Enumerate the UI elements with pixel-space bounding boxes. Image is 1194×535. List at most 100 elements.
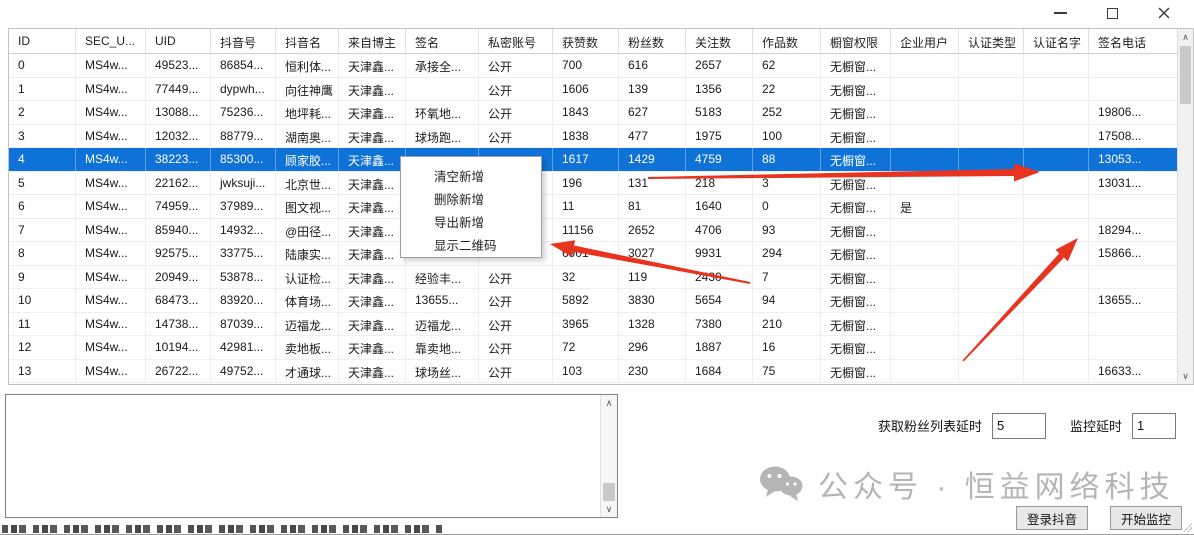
table-cell: MS4w... [76,77,146,100]
table-row[interactable]: 4 MS4w... 38223... 85300... 顾家胶... 天津鑫... 1617… [9,148,1177,172]
table-cell: 5654 [686,289,753,312]
column-header[interactable]: 抖音号 [211,29,276,53]
table-cell: 体育场... [276,289,339,312]
column-header[interactable]: 关注数 [686,29,753,53]
table-cell: 天津鑫... [339,77,406,100]
scroll-up-icon[interactable]: ∧ [601,395,617,411]
column-header[interactable]: UID [146,29,211,53]
table-cell: 252 [753,101,821,124]
table-cell: 26722... [146,359,211,382]
table-row[interactable]: 12 MS4w... 10194... 42981... 卖地板... 天津鑫... 靠卖地… [9,336,1177,360]
table-cell: 北京世... [276,171,339,194]
scroll-up-icon[interactable]: ∧ [1178,29,1193,45]
column-header[interactable]: 认证类型 [959,29,1024,53]
table-cell: 10194... [146,336,211,359]
column-header[interactable]: 获赞数 [553,29,619,53]
table-cell [1024,171,1089,194]
resize-grip[interactable] [1183,523,1192,532]
table-row[interactable]: 3 MS4w... 12032... 88779... 湖南奥... 天津鑫... 球场跑.… [9,124,1177,148]
column-header[interactable]: 认证名字 [1024,29,1089,53]
table-row[interactable]: 2 MS4w... 13088... 75236... 地坪耗... 天津鑫... 环氧地.… [9,101,1177,125]
table-row[interactable]: 7 MS4w... 85940... 14932... @田径... 天津鑫... 1115… [9,218,1177,242]
table-row[interactable]: 8 MS4w... 92575... 33775... 陆康实... 天津鑫... 6901… [9,242,1177,266]
table-row[interactable]: 5 MS4w... 22162... jwksuji... 北京世... 天津鑫... 19… [9,171,1177,195]
table-vertical-scrollbar[interactable]: ∧ ∨ [1177,29,1193,384]
context-menu-item[interactable]: 显示二维码 [401,231,541,254]
table-cell: 72 [553,336,619,359]
close-button[interactable] [1138,0,1190,26]
context-menu-item[interactable]: 导出新增 [401,208,541,231]
table-cell: 无橱窗... [821,312,891,335]
table-cell: 0 [753,195,821,218]
login-douyin-button[interactable]: 登录抖音 [1015,506,1088,530]
table-row[interactable]: 0 MS4w... 49523... 86854... 恒利体... 天津鑫... 承接全.… [9,54,1177,78]
table-cell [959,265,1024,288]
table-cell [1089,54,1177,77]
table-cell: 17508... [1089,125,1177,148]
table-cell [1024,101,1089,124]
table-cell: 3 [9,124,76,147]
table-cell [959,336,1024,359]
table-cell: 靠卖地... [406,336,479,359]
table-cell: 94 [753,289,821,312]
table-cell [891,265,959,288]
table-cell: 1328 [619,312,686,335]
scroll-down-icon[interactable]: ∨ [1178,368,1193,384]
table-cell [1024,195,1089,218]
column-header[interactable]: 签名电话 [1089,29,1177,53]
table-cell [1024,124,1089,147]
table-cell [1024,77,1089,100]
table-cell: 球场跑... [406,124,479,147]
table-cell: 14932... [211,218,276,241]
table-row[interactable]: 11 MS4w... 14738... 87039... 迈福龙... 天津鑫... 迈福龙… [9,312,1177,336]
table-cell: 6901 [553,242,619,265]
table-cell: 无橱窗... [821,171,891,194]
table-cell: 85300... [211,148,276,171]
context-menu-item[interactable]: 删除新增 [401,185,541,208]
table-row[interactable]: 13 MS4w... 26722... 49752... 才通球... 天津鑫... 球场丝… [9,359,1177,383]
scroll-down-icon[interactable]: ∨ [601,501,617,517]
table-cell: 100 [753,124,821,147]
fans-delay-input[interactable] [991,412,1046,439]
column-header[interactable]: 橱窗权限 [821,29,891,53]
table-row[interactable]: 10 MS4w... 68473... 83920... 体育场... 天津鑫... 136… [9,289,1177,313]
table-cell: 图文视... [276,195,339,218]
table-row[interactable]: 6 MS4w... 74959... 37989... 图文视... 天津鑫... 11 81… [9,195,1177,219]
column-header[interactable]: 企业用户 [891,29,959,53]
column-header[interactable]: SEC_U... [76,29,146,53]
table-cell: MS4w... [76,289,146,312]
table-row[interactable]: 1 MS4w... 77449... dypwh... 向往神鹰 天津鑫... 公开 1606… [9,77,1177,101]
table-cell: 13088... [146,101,211,124]
scrollbar-thumb[interactable] [603,483,615,501]
column-header[interactable]: 作品数 [753,29,821,53]
table-cell: 1684 [686,359,753,382]
column-header[interactable]: 私密账号 [479,29,553,53]
log-vertical-scrollbar[interactable]: ∧ ∨ [600,395,617,517]
table-cell: 22 [753,77,821,100]
table-cell: 0 [9,54,76,77]
table-cell: 19806... [1089,101,1177,124]
table-cell: 16 [753,336,821,359]
column-header[interactable]: 签名 [406,29,479,53]
table-cell: 无橱窗... [821,242,891,265]
maximize-button[interactable] [1086,0,1138,26]
log-output-area[interactable]: ∧ ∨ [5,394,618,518]
column-header[interactable]: 来自博主 [339,29,406,53]
start-monitor-button[interactable]: 开始监控 [1109,506,1182,530]
table-row[interactable]: 9 MS4w... 20949... 53878... 认证检... 天津鑫... 经验丰.… [9,265,1177,289]
table-cell: 196 [553,171,619,194]
monitor-delay-input[interactable] [1132,412,1176,439]
column-header[interactable]: 粉丝数 [619,29,686,53]
column-header[interactable]: 抖音名 [276,29,339,53]
table-cell: 49523... [146,54,211,77]
scrollbar-thumb[interactable] [1180,46,1191,104]
table-cell [1024,336,1089,359]
minimize-button[interactable] [1034,0,1086,26]
context-menu-item[interactable]: 清空新增 [401,162,541,185]
table-cell: 616 [619,54,686,77]
table-cell: 无橱窗... [821,148,891,171]
table-cell [891,289,959,312]
table-cell [959,54,1024,77]
table-cell [891,171,959,194]
column-header[interactable]: ID [9,29,76,53]
